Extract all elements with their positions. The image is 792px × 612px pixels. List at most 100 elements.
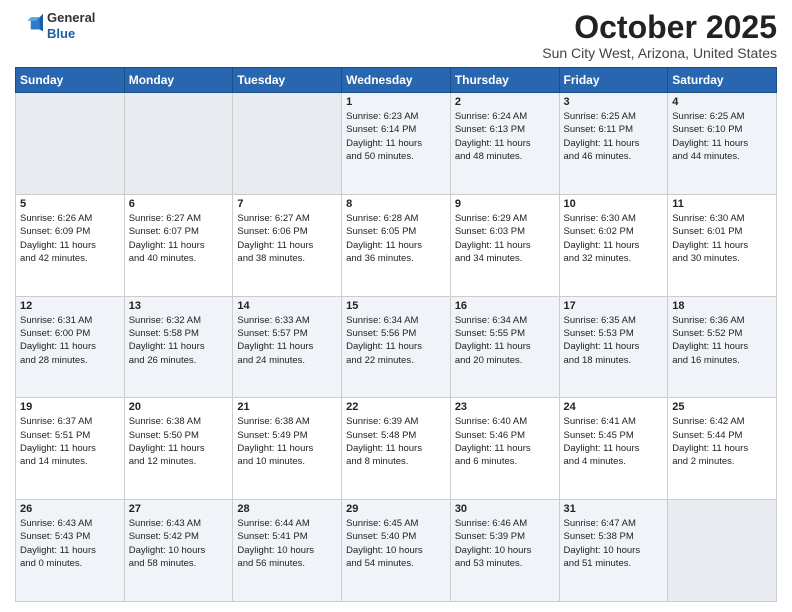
calendar-cell — [668, 500, 777, 602]
calendar-cell: 16 Sunrise: 6:34 AM Sunset: 5:55 PM Dayli… — [450, 296, 559, 398]
calendar-table: SundayMondayTuesdayWednesdayThursdayFrid… — [15, 67, 777, 602]
day-info: Sunrise: 6:31 AM Sunset: 6:00 PM Dayligh… — [20, 314, 120, 367]
location: Sun City West, Arizona, United States — [542, 45, 777, 61]
day-info: Sunrise: 6:28 AM Sunset: 6:05 PM Dayligh… — [346, 212, 446, 265]
day-number: 14 — [237, 300, 337, 312]
weekday-header-monday: Monday — [124, 68, 233, 93]
day-info: Sunrise: 6:35 AM Sunset: 5:53 PM Dayligh… — [564, 314, 664, 367]
day-number: 21 — [237, 401, 337, 413]
calendar-week-row: 1Sunrise: 6:23 AM Sunset: 6:14 PM Daylig… — [16, 93, 777, 195]
day-info: Sunrise: 6:29 AM Sunset: 6:03 PM Dayligh… — [455, 212, 555, 265]
calendar-cell: 24 Sunrise: 6:41 AM Sunset: 5:45 PM Dayli… — [559, 398, 668, 500]
calendar-week-row: 12 Sunrise: 6:31 AM Sunset: 6:00 PM Dayli… — [16, 296, 777, 398]
day-number: 20 — [129, 401, 229, 413]
calendar-cell: 14 Sunrise: 6:33 AM Sunset: 5:57 PM Dayli… — [233, 296, 342, 398]
calendar-cell: 26Sunrise: 6:43 AM Sunset: 5:43 PM Dayli… — [16, 500, 125, 602]
calendar-cell: 12 Sunrise: 6:31 AM Sunset: 6:00 PM Dayli… — [16, 296, 125, 398]
day-number: 18 — [672, 300, 772, 312]
calendar-cell: 21 Sunrise: 6:38 AM Sunset: 5:49 PM Dayli… — [233, 398, 342, 500]
page: General Blue October 2025 Sun City West,… — [0, 0, 792, 612]
weekday-header-saturday: Saturday — [668, 68, 777, 93]
day-info: Sunrise: 6:44 AM Sunset: 5:41 PM Dayligh… — [237, 517, 337, 570]
calendar-cell: 30Sunrise: 6:46 AM Sunset: 5:39 PM Dayli… — [450, 500, 559, 602]
calendar-cell: 15Sunrise: 6:34 AM Sunset: 5:56 PM Dayli… — [342, 296, 451, 398]
day-number: 4 — [672, 96, 772, 108]
calendar-week-row: 26Sunrise: 6:43 AM Sunset: 5:43 PM Dayli… — [16, 500, 777, 602]
weekday-header-thursday: Thursday — [450, 68, 559, 93]
calendar-cell — [124, 93, 233, 195]
day-number: 10 — [564, 198, 664, 210]
logo-blue-text: Blue — [47, 26, 95, 42]
day-info: Sunrise: 6:32 AM Sunset: 5:58 PM Dayligh… — [129, 314, 229, 367]
day-info: Sunrise: 6:39 AM Sunset: 5:48 PM Dayligh… — [346, 415, 446, 468]
day-info: Sunrise: 6:33 AM Sunset: 5:57 PM Dayligh… — [237, 314, 337, 367]
day-info: Sunrise: 6:25 AM Sunset: 6:11 PM Dayligh… — [564, 110, 664, 163]
day-info: Sunrise: 6:27 AM Sunset: 6:06 PM Dayligh… — [237, 212, 337, 265]
calendar-cell: 23Sunrise: 6:40 AM Sunset: 5:46 PM Dayli… — [450, 398, 559, 500]
day-info: Sunrise: 6:41 AM Sunset: 5:45 PM Dayligh… — [564, 415, 664, 468]
logo: General Blue — [15, 10, 95, 41]
month-title: October 2025 — [542, 10, 777, 45]
day-info: Sunrise: 6:38 AM Sunset: 5:50 PM Dayligh… — [129, 415, 229, 468]
day-info: Sunrise: 6:42 AM Sunset: 5:44 PM Dayligh… — [672, 415, 772, 468]
day-info: Sunrise: 6:24 AM Sunset: 6:13 PM Dayligh… — [455, 110, 555, 163]
day-info: Sunrise: 6:47 AM Sunset: 5:38 PM Dayligh… — [564, 517, 664, 570]
calendar-cell: 6Sunrise: 6:27 AM Sunset: 6:07 PM Daylig… — [124, 194, 233, 296]
logo-icon — [15, 12, 43, 40]
day-info: Sunrise: 6:30 AM Sunset: 6:02 PM Dayligh… — [564, 212, 664, 265]
day-number: 17 — [564, 300, 664, 312]
day-number: 26 — [20, 503, 120, 515]
day-number: 31 — [564, 503, 664, 515]
calendar-cell: 19 Sunrise: 6:37 AM Sunset: 5:51 PM Dayli… — [16, 398, 125, 500]
day-info: Sunrise: 6:30 AM Sunset: 6:01 PM Dayligh… — [672, 212, 772, 265]
day-number: 12 — [20, 300, 120, 312]
calendar-cell — [16, 93, 125, 195]
calendar-cell: 3 Sunrise: 6:25 AM Sunset: 6:11 PM Daylig… — [559, 93, 668, 195]
calendar-cell: 17 Sunrise: 6:35 AM Sunset: 5:53 PM Dayli… — [559, 296, 668, 398]
day-number: 25 — [672, 401, 772, 413]
day-info: Sunrise: 6:37 AM Sunset: 5:51 PM Dayligh… — [20, 415, 120, 468]
day-info: Sunrise: 6:45 AM Sunset: 5:40 PM Dayligh… — [346, 517, 446, 570]
day-number: 28 — [237, 503, 337, 515]
calendar-cell — [233, 93, 342, 195]
day-number: 16 — [455, 300, 555, 312]
day-info: Sunrise: 6:38 AM Sunset: 5:49 PM Dayligh… — [237, 415, 337, 468]
day-number: 30 — [455, 503, 555, 515]
day-number: 9 — [455, 198, 555, 210]
day-number: 22 — [346, 401, 446, 413]
day-number: 19 — [20, 401, 120, 413]
calendar-cell: 13 Sunrise: 6:32 AM Sunset: 5:58 PM Dayli… — [124, 296, 233, 398]
calendar-cell: 18 Sunrise: 6:36 AM Sunset: 5:52 PM Dayli… — [668, 296, 777, 398]
calendar-cell: 31 Sunrise: 6:47 AM Sunset: 5:38 PM Dayli… — [559, 500, 668, 602]
weekday-header-friday: Friday — [559, 68, 668, 93]
day-number: 13 — [129, 300, 229, 312]
calendar-week-row: 19 Sunrise: 6:37 AM Sunset: 5:51 PM Dayli… — [16, 398, 777, 500]
calendar-cell: 5 Sunrise: 6:26 AM Sunset: 6:09 PM Daylig… — [16, 194, 125, 296]
calendar-cell: 27Sunrise: 6:43 AM Sunset: 5:42 PM Dayli… — [124, 500, 233, 602]
header: General Blue October 2025 Sun City West,… — [15, 10, 777, 61]
calendar-week-row: 5 Sunrise: 6:26 AM Sunset: 6:09 PM Daylig… — [16, 194, 777, 296]
day-number: 5 — [20, 198, 120, 210]
day-info: Sunrise: 6:34 AM Sunset: 5:55 PM Dayligh… — [455, 314, 555, 367]
day-number: 3 — [564, 96, 664, 108]
logo-general-text: General — [47, 10, 95, 26]
calendar-cell: 1Sunrise: 6:23 AM Sunset: 6:14 PM Daylig… — [342, 93, 451, 195]
calendar-cell: 20 Sunrise: 6:38 AM Sunset: 5:50 PM Dayli… — [124, 398, 233, 500]
day-info: Sunrise: 6:36 AM Sunset: 5:52 PM Dayligh… — [672, 314, 772, 367]
calendar-cell: 28 Sunrise: 6:44 AM Sunset: 5:41 PM Dayli… — [233, 500, 342, 602]
logo-text: General Blue — [47, 10, 95, 41]
calendar-cell: 7Sunrise: 6:27 AM Sunset: 6:06 PM Daylig… — [233, 194, 342, 296]
calendar-cell: 29Sunrise: 6:45 AM Sunset: 5:40 PM Dayli… — [342, 500, 451, 602]
calendar-cell: 22 Sunrise: 6:39 AM Sunset: 5:48 PM Dayli… — [342, 398, 451, 500]
day-number: 24 — [564, 401, 664, 413]
day-info: Sunrise: 6:43 AM Sunset: 5:42 PM Dayligh… — [129, 517, 229, 570]
weekday-header-wednesday: Wednesday — [342, 68, 451, 93]
weekday-header-row: SundayMondayTuesdayWednesdayThursdayFrid… — [16, 68, 777, 93]
day-number: 11 — [672, 198, 772, 210]
day-info: Sunrise: 6:23 AM Sunset: 6:14 PM Dayligh… — [346, 110, 446, 163]
title-block: October 2025 Sun City West, Arizona, Uni… — [542, 10, 777, 61]
calendar-cell: 8Sunrise: 6:28 AM Sunset: 6:05 PM Daylig… — [342, 194, 451, 296]
day-info: Sunrise: 6:26 AM Sunset: 6:09 PM Dayligh… — [20, 212, 120, 265]
day-info: Sunrise: 6:27 AM Sunset: 6:07 PM Dayligh… — [129, 212, 229, 265]
day-number: 2 — [455, 96, 555, 108]
